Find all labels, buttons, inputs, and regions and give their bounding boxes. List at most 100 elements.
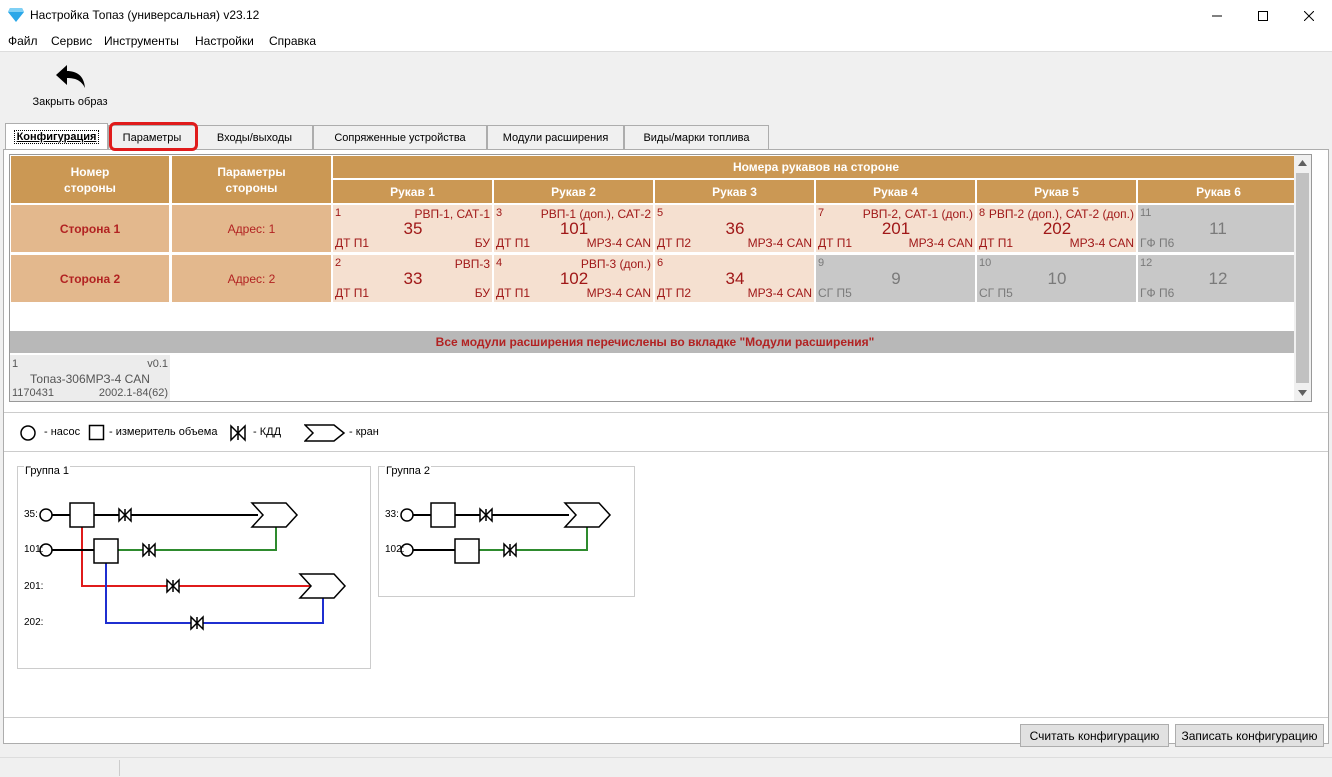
module-build: 2002.1-84(62) (98, 387, 168, 399)
header-nozzle-6: Рукав 6 (1138, 180, 1299, 203)
title-bar: Настройка Топаз (универсальная) v23.12 (0, 0, 1332, 31)
group-1-panel: Группа 1 35: 101: 201: 202: (17, 465, 371, 669)
header-nozzle-4: Рукав 4 (816, 180, 975, 203)
menu-service[interactable]: Сервис (51, 34, 92, 48)
nozzle-cell[interactable]: 12 12 ГФ П6 (1138, 255, 1299, 302)
nozzle-cell[interactable]: 9 9 СГ П5 (816, 255, 975, 302)
write-config-button[interactable]: Записать конфигурацию (1175, 724, 1324, 747)
side-2-address[interactable]: Адрес: 2 (172, 255, 331, 302)
read-config-button[interactable]: Считать конфигурацию (1020, 724, 1169, 747)
nozzle-fuel: ДТ П1 (335, 286, 370, 300)
nozzle-number: 3 (496, 207, 503, 219)
group-1-label-202: 202: (24, 617, 44, 628)
status-cell-2 (120, 760, 1320, 776)
module-number: 1 (12, 358, 19, 370)
status-bar (0, 757, 1332, 777)
bottom-divider (4, 717, 1328, 718)
configuration-panel: Номер стороны Параметры стороны Номера р… (3, 149, 1329, 747)
scroll-up-icon[interactable] (1298, 160, 1307, 166)
nozzle-cell[interactable]: 1 РВП-1, САТ-1 35 ДТ П1 БУ (333, 205, 492, 252)
nozzle-device: МРЗ-4 CAN (1069, 236, 1134, 250)
grid-scrollbar[interactable] (1294, 155, 1311, 401)
nozzle-number: 1 (335, 207, 342, 219)
nozzle-cell[interactable]: 3 РВП-1 (доп.), САТ-2 101 ДТ П1 МРЗ-4 CAN (494, 205, 653, 252)
module-serial: 1170431 (12, 387, 55, 399)
nozzle-device: МРЗ-4 CAN (747, 286, 812, 300)
expansion-info-bar: Все модули расширения перечислены во вкл… (10, 331, 1300, 353)
config-grid: Номер стороны Параметры стороны Номера р… (9, 154, 1312, 402)
tab-expansion-modules[interactable]: Модули расширения (487, 125, 624, 149)
group-2-schema (400, 502, 612, 564)
module-name: Топаз-306МРЗ-4 CAN (30, 372, 150, 386)
nozzle-cell[interactable]: 4 РВП-3 (доп.) 102 ДТ П1 МРЗ-4 CAN (494, 255, 653, 302)
menu-tools[interactable]: Инструменты (104, 34, 179, 48)
nozzle-device: МРЗ-4 CAN (747, 236, 812, 250)
tab-configuration[interactable]: Конфигурация (5, 123, 108, 149)
scroll-thumb[interactable] (1296, 173, 1309, 383)
tab-strip: Конфигурация Параметры Входы/выходы Сопр… (0, 122, 1332, 151)
nozzle-number: 11 (1140, 207, 1152, 219)
menu-file[interactable]: Файл (8, 34, 38, 48)
side-1-cell[interactable]: Сторона 1 (11, 205, 169, 252)
nozzle-fuel: ГФ П6 (1140, 286, 1175, 300)
nozzle-fuel: ГФ П6 (1140, 236, 1175, 250)
nozzle-fuel: ДТ П2 (657, 236, 692, 250)
group-1-label-35: 35: (24, 509, 38, 520)
nozzle-number: 6 (657, 257, 664, 269)
menu-help[interactable]: Справка (269, 34, 316, 48)
nozzle-fuel: ДТ П1 (979, 236, 1014, 250)
close-window-button[interactable] (1286, 0, 1332, 31)
nozzle-fuel: ДТ П1 (818, 236, 853, 250)
tab-coupled-devices[interactable]: Сопряженные устройства (313, 125, 487, 149)
nozzle-fuel: ДТ П1 (335, 236, 370, 250)
nozzle-number: 10 (979, 257, 992, 269)
group-2-label-33: 33: (385, 509, 399, 520)
toolbar: Закрыть образ (0, 51, 1332, 115)
nozzle-fuel: ДТ П2 (657, 286, 692, 300)
nozzle-number: 9 (818, 257, 825, 269)
header-nozzle-1: Рукав 1 (333, 180, 492, 203)
group-2-label-102: 102: (385, 544, 405, 555)
group-1-label-201: 201: (24, 581, 44, 592)
diamond-icon (8, 8, 24, 22)
minimize-button[interactable] (1194, 0, 1240, 31)
parameters-tab-highlight (109, 122, 198, 151)
nozzle-device: БУ (474, 236, 490, 250)
header-nozzle-3: Рукав 3 (655, 180, 814, 203)
scroll-down-icon[interactable] (1298, 390, 1307, 396)
side-1-address[interactable]: Адрес: 1 (172, 205, 331, 252)
header-side-params: Параметры стороны (172, 156, 331, 203)
nozzle-number: 5 (657, 207, 664, 219)
nozzle-cell[interactable]: 6 34 ДТ П2 МРЗ-4 CAN (655, 255, 814, 302)
nozzle-cell[interactable]: 5 36 ДТ П2 МРЗ-4 CAN (655, 205, 814, 252)
valve-icon (230, 424, 246, 442)
nozzle-cell[interactable]: 10 10 СГ П5 (977, 255, 1136, 302)
nozzle-cell[interactable]: 8 РВП-2 (доп.), САТ-2 (доп.) 202 ДТ П1 МРЗ-4… (977, 205, 1136, 252)
nozzle-number: 12 (1140, 257, 1153, 269)
legend-valve-label: - КДД (253, 426, 282, 438)
side-2-cell[interactable]: Сторона 2 (11, 255, 169, 302)
group-1-label-101: 101: (24, 544, 44, 555)
tab-inputs-outputs[interactable]: Входы/выходы (196, 125, 313, 149)
tab-fuel-types[interactable]: Виды/марки топлива (624, 125, 769, 149)
nozzle-fuel: ДТ П1 (496, 286, 531, 300)
expansion-module-card[interactable]: 1 v0.1 Топаз-306МРЗ-4 CAN 1170431 2002.1… (10, 355, 170, 401)
legend-tap-label: - кран (349, 426, 379, 438)
nozzle-number: 2 (335, 257, 342, 269)
menu-settings[interactable]: Настройки (195, 34, 254, 48)
nozzle-device: БУ (474, 286, 490, 300)
group-1-schema (39, 502, 347, 631)
close-icon (1304, 10, 1314, 21)
nozzle-cell[interactable]: 7 РВП-2, САТ-1 (доп.) 201 ДТ П1 МРЗ-4 CAN (816, 205, 975, 252)
schema-legend: - насос - измеритель объема - КДД - кран (4, 412, 1328, 452)
nozzle-fuel: СГ П5 (818, 286, 852, 300)
nozzle-cell[interactable]: 11 11 ГФ П6 (1138, 205, 1299, 252)
nozzle-device: МРЗ-4 CAN (586, 236, 651, 250)
header-nozzle-2: Рукав 2 (494, 180, 653, 203)
close-image-button[interactable]: Закрыть образ (26, 62, 114, 112)
maximize-button[interactable] (1240, 0, 1286, 31)
tap-icon (304, 424, 346, 442)
module-version: v0.1 (147, 358, 168, 370)
menu-bar: Файл Сервис Инструменты Настройки Справк… (0, 31, 1332, 51)
nozzle-cell[interactable]: 2 РВП-3 33 ДТ П1 БУ (333, 255, 492, 302)
